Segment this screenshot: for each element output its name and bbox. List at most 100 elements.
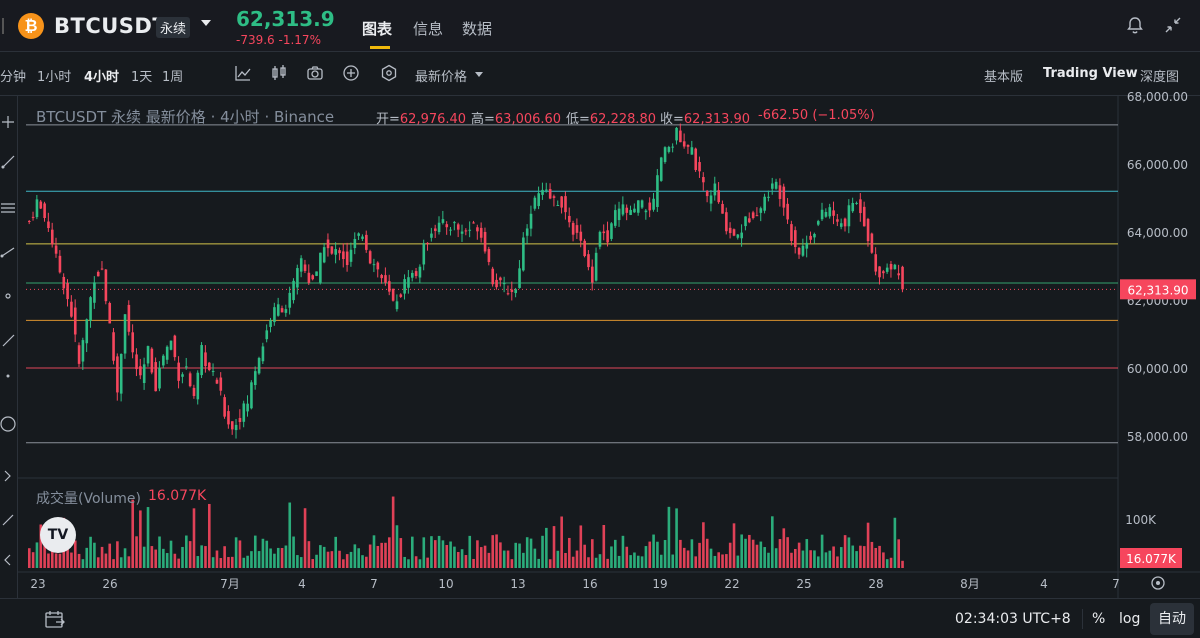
candle-body	[885, 267, 889, 272]
volume-bar	[66, 548, 69, 568]
volume-bar	[50, 550, 54, 568]
candle-body	[349, 249, 353, 262]
volume-bar	[464, 555, 468, 568]
volume-bar	[456, 551, 460, 568]
volume-bar	[556, 550, 560, 568]
ohlc-change: -662.50 (−1.05%)	[758, 108, 875, 123]
auto-scale-toggle[interactable]: 自动	[1150, 603, 1194, 635]
volume-bar	[675, 508, 678, 568]
candle-body	[755, 215, 759, 217]
volume-bar	[594, 557, 598, 568]
volume-bar	[81, 559, 85, 568]
candle-body	[119, 353, 123, 394]
time-tick-label: 22	[724, 577, 739, 591]
volume-bar	[162, 548, 165, 568]
candle-body	[253, 371, 257, 386]
volume-bar	[824, 552, 828, 568]
time-tick-label: 7	[370, 577, 378, 591]
volume-bar	[602, 525, 606, 568]
candle-body	[127, 304, 131, 332]
candle-body	[28, 221, 31, 223]
volume-bar	[215, 550, 219, 568]
date-range-icon[interactable]	[44, 609, 66, 629]
candle-body	[499, 277, 502, 281]
volume-bar	[273, 553, 276, 568]
candle-body	[751, 212, 755, 219]
volume-bar	[142, 546, 146, 568]
time-tick-label: 25	[796, 577, 811, 591]
volume-bar	[862, 546, 866, 568]
percent-scale-toggle[interactable]: %	[1092, 611, 1105, 627]
candle-body	[510, 289, 514, 292]
chart-clock[interactable]: 02:34:03 UTC+8	[955, 611, 1071, 627]
volume-bar	[116, 541, 119, 568]
candle-body	[483, 231, 487, 252]
volume-bar	[851, 545, 855, 568]
volume-bar	[250, 551, 253, 568]
volume-bar	[702, 522, 705, 568]
volume-bar	[139, 510, 142, 568]
candle-body	[464, 230, 468, 232]
volume-bar	[403, 556, 406, 568]
candle-body	[93, 282, 96, 303]
candle-body	[460, 231, 464, 234]
candle-body	[690, 147, 694, 155]
volume-bar	[686, 550, 690, 568]
volume-bar	[196, 556, 200, 568]
log-scale-toggle[interactable]: log	[1119, 611, 1140, 627]
candle-body	[273, 307, 276, 323]
candle-body	[640, 200, 644, 208]
candle-body	[376, 262, 380, 270]
volume-bar	[265, 540, 269, 568]
volume-bar	[640, 556, 644, 568]
candle-body	[284, 309, 288, 313]
volume-bar	[185, 535, 188, 568]
tradingview-logo[interactable]: TV	[40, 517, 76, 553]
candle-body	[234, 424, 238, 431]
volume-bar	[533, 548, 537, 568]
candle-body	[774, 181, 778, 189]
candle-body	[288, 292, 292, 308]
volume-bar	[253, 535, 257, 568]
volume-bar	[698, 542, 701, 568]
candle-body	[790, 224, 793, 242]
candle-body	[326, 239, 330, 249]
volume-bar	[495, 534, 498, 568]
volume-bar	[365, 556, 368, 568]
volume-bar	[878, 545, 881, 568]
price-chart[interactable]: 58,000.0060,000.0062,000.0064,000.0066,0…	[0, 0, 1200, 638]
candle-body	[744, 216, 747, 227]
volume-bar	[234, 537, 238, 568]
candle-body	[430, 233, 433, 238]
candle-body	[748, 218, 751, 223]
candle-body	[449, 229, 452, 231]
candle-body	[307, 272, 311, 283]
volume-bar	[522, 552, 525, 568]
volume-bar	[728, 542, 732, 568]
candle-body	[893, 264, 897, 270]
volume-bar	[855, 551, 858, 568]
candle-body	[556, 204, 560, 206]
candle-body	[158, 367, 161, 389]
candle-body	[334, 249, 337, 255]
candle-body	[246, 403, 249, 412]
candle-body	[809, 235, 812, 240]
candle-body	[357, 233, 360, 236]
candle-body	[192, 387, 196, 396]
candle-body	[380, 275, 383, 279]
volume-value: 16.077K	[148, 488, 207, 504]
volume-bar	[548, 559, 552, 568]
volume-bar	[219, 558, 223, 568]
candle-body	[58, 255, 62, 273]
volume-bar	[636, 555, 640, 568]
candle-body	[154, 362, 157, 392]
volume-bar	[169, 540, 173, 568]
volume-bar	[583, 544, 586, 568]
volume-bar	[610, 546, 613, 568]
candle-body	[43, 203, 46, 218]
candle-body	[824, 211, 828, 217]
volume-bar	[422, 537, 426, 568]
volume-bar	[518, 543, 521, 568]
candle-body	[215, 379, 219, 384]
candle-body	[648, 202, 652, 211]
